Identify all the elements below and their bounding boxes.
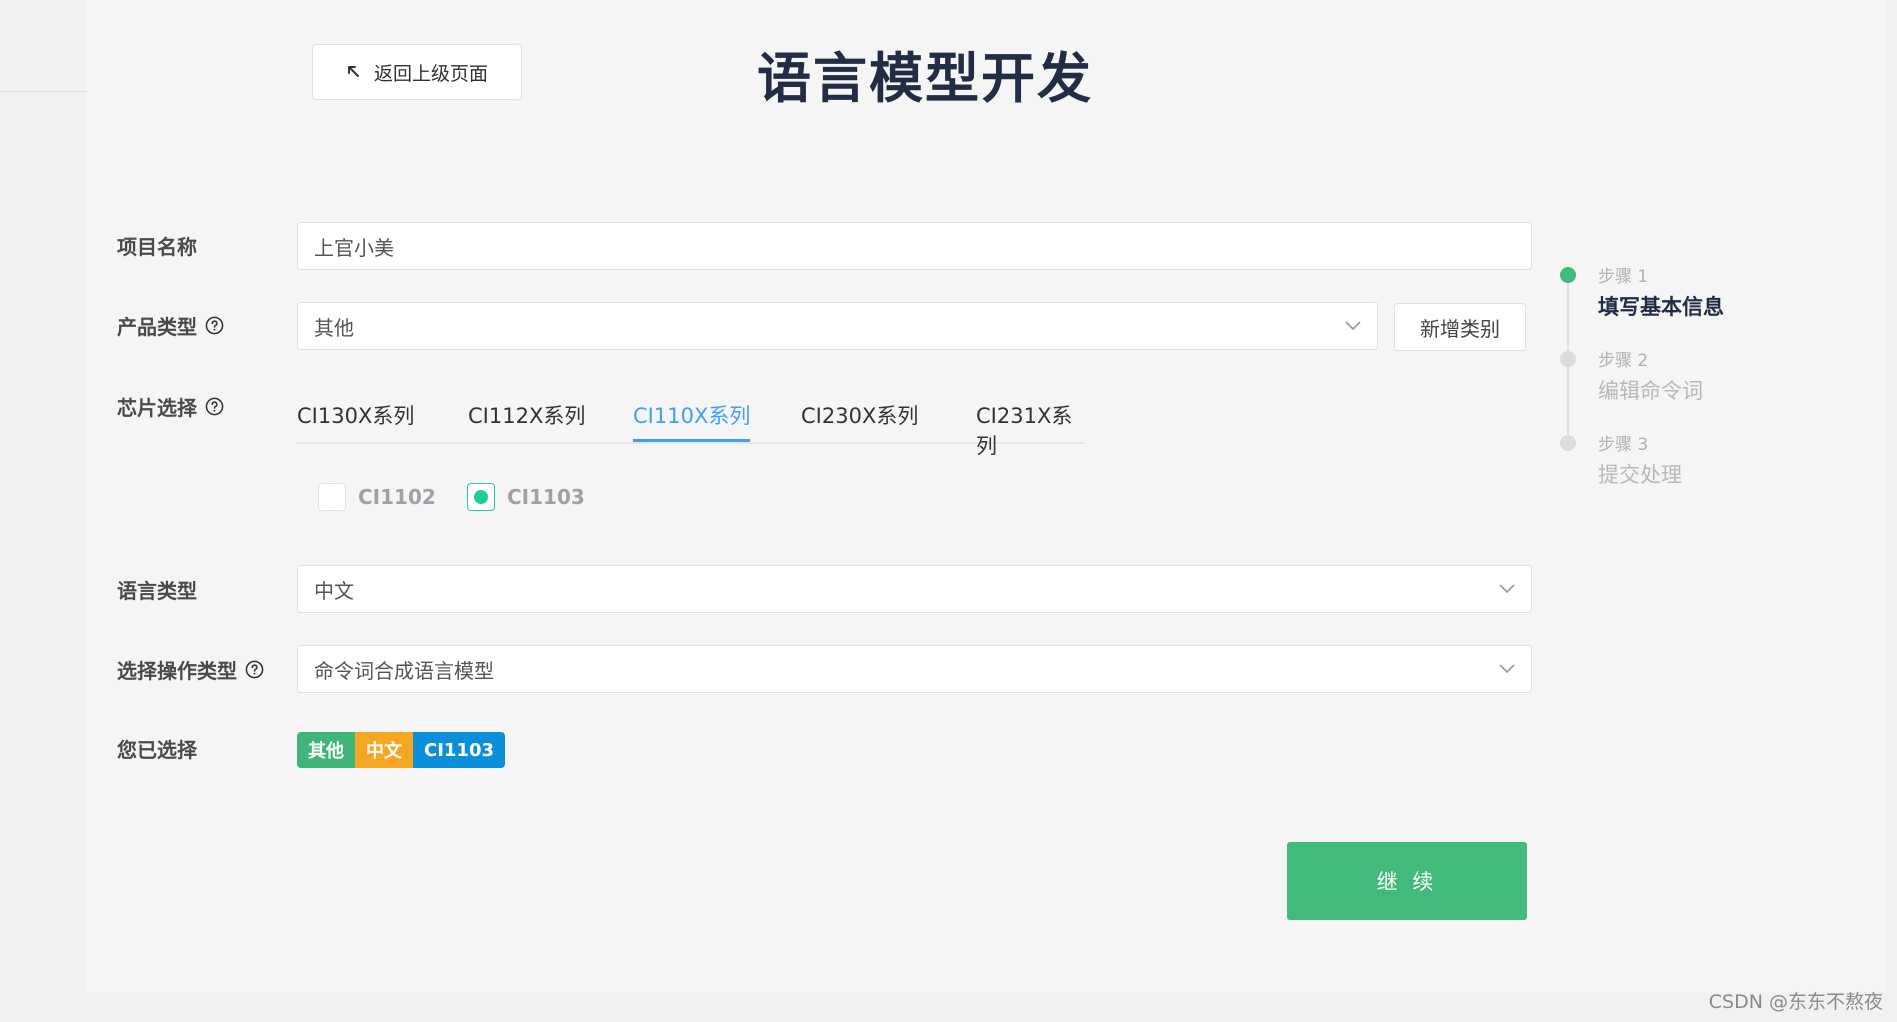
tag-product-type: 其他 (297, 732, 355, 768)
step-dot (1560, 267, 1576, 283)
help-icon[interactable] (245, 660, 264, 679)
tag-language: 中文 (355, 732, 413, 768)
chip-series-tabs: CI130X系列 CI112X系列 CI110X系列 CI230X系列 CI23… (297, 394, 1085, 458)
chevron-down-icon (1499, 584, 1515, 594)
tab-ci231x[interactable]: CI231X系列 (976, 400, 1085, 458)
project-name-input[interactable]: 上官小美 (297, 222, 1532, 270)
help-icon[interactable] (205, 397, 224, 416)
main-panel: 返回上级页面 语言模型开发 项目名称 上官小美 产品类型 其他 新增类别 芯片选… (87, 0, 1887, 992)
back-button[interactable]: 返回上级页面 (312, 44, 522, 100)
top-divider (0, 91, 87, 92)
product-type-label: 产品类型 (117, 311, 224, 340)
project-name-label: 项目名称 (117, 235, 197, 259)
page-title: 语言模型开发 (757, 47, 1093, 110)
help-icon[interactable] (205, 316, 224, 335)
back-button-label: 返回上级页面 (373, 62, 488, 85)
selected-label: 您已选择 (117, 738, 197, 762)
operation-type-select[interactable]: 命令词合成语言模型 (297, 645, 1532, 693)
step-dot (1560, 351, 1576, 367)
tab-ci112x[interactable]: CI112X系列 (468, 400, 585, 442)
product-type-select[interactable]: 其他 (297, 302, 1378, 350)
chevron-down-icon (1345, 321, 1361, 331)
ci1103-checkbox[interactable] (467, 483, 495, 511)
tab-ci130x[interactable]: CI130X系列 (297, 400, 414, 442)
continue-button[interactable]: 继 续 (1287, 842, 1527, 920)
ci1102-checkbox[interactable] (318, 483, 346, 511)
language-type-label: 语言类型 (117, 579, 197, 603)
tag-chip: CI1103 (413, 732, 506, 768)
tab-ci110x[interactable]: CI110X系列 (633, 400, 751, 442)
step-dot (1560, 435, 1576, 451)
operation-type-label: 选择操作类型 (117, 655, 264, 684)
chip-option-ci1102[interactable]: CI1102 (318, 483, 436, 511)
language-type-select[interactable]: 中文 (297, 565, 1532, 613)
selected-tags: 其他 中文 CI1103 (297, 732, 506, 768)
arrow-up-left-icon (347, 66, 359, 77)
chip-select-label: 芯片选择 (117, 392, 224, 421)
add-category-button[interactable]: 新增类别 (1394, 303, 1526, 351)
chip-option-ci1103[interactable]: CI1103 (467, 483, 585, 511)
tab-ci230x[interactable]: CI230X系列 (801, 400, 918, 442)
watermark: CSDN @东东不熬夜 (1708, 991, 1883, 1013)
chevron-down-icon (1499, 664, 1515, 674)
